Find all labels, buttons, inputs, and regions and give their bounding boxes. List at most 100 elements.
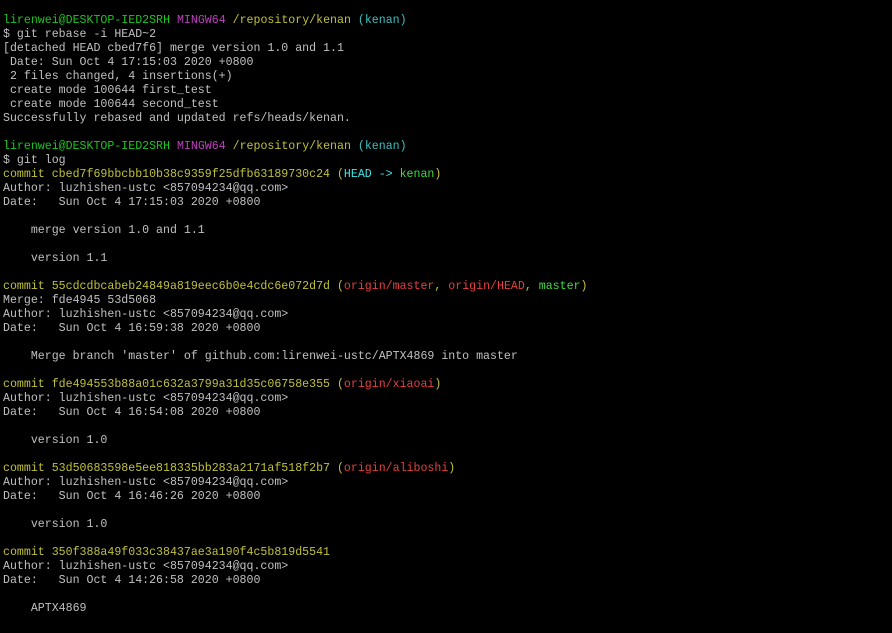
- message-line: Merge branch 'master' of github.com:lire…: [3, 350, 587, 364]
- author-line: Author: luzhishen-ustc <857094234@qq.com…: [3, 392, 587, 406]
- commit-line-segment: (: [330, 280, 344, 293]
- commit-line: commit 350f388a49f033c38437ae3a190f4c5b8…: [3, 546, 587, 560]
- command-line: $ git log: [3, 154, 587, 168]
- prompt-line-segment: (kenan): [357, 140, 407, 153]
- date-line: Date: Sun Oct 4 16:59:38 2020 +0800: [3, 322, 587, 336]
- author-line: Author: luzhishen-ustc <857094234@qq.com…: [3, 560, 587, 574]
- prompt-line-segment: [170, 140, 177, 153]
- author-line: Author: luzhishen-ustc <857094234@qq.com…: [3, 182, 587, 196]
- commit-line-segment: origin/aliboshi: [343, 462, 449, 475]
- prompt-line-segment: (kenan): [357, 14, 407, 27]
- commit-line-segment: origin/xiaoai: [343, 378, 435, 391]
- output-line: 2 files changed, 4 insertions(+): [3, 70, 587, 84]
- command-line: $ git rebase -i HEAD~2: [3, 28, 587, 42]
- message-line: APTX4869: [3, 602, 587, 616]
- prompt-line-segment: lirenwei@DESKTOP-IED2SRH: [3, 140, 170, 153]
- prompt-line-segment: [351, 14, 358, 27]
- commit-line-segment: commit cbed7f69bbcbb10b38c9359f25dfb6318…: [3, 168, 330, 181]
- author-line-segment: Author: luzhishen-ustc <857094234@qq.com…: [3, 560, 289, 573]
- output-line: create mode 100644 second_test: [3, 98, 587, 112]
- commit-line-segment: origin/HEAD: [448, 280, 525, 293]
- commit-line-segment: ): [448, 462, 456, 475]
- message-line-segment: merge version 1.0 and 1.1: [3, 224, 205, 237]
- commit-line-segment: origin/master: [343, 280, 435, 293]
- date-line: Date: Sun Oct 4 14:26:58 2020 +0800: [3, 574, 587, 588]
- terminal-window[interactable]: lirenwei@DESKTOP-IED2SRH MINGW64 /reposi…: [0, 0, 892, 633]
- prompt-line-segment: /repository/kenan: [232, 14, 351, 27]
- commit-line-segment: HEAD ->: [343, 168, 400, 181]
- commit-line-segment: master: [538, 280, 581, 293]
- output-line-segment: [detached HEAD cbed7f6] merge version 1.…: [3, 42, 344, 55]
- output-line: Date: Sun Oct 4 17:15:03 2020 +0800: [3, 56, 587, 70]
- commit-line-segment: ,: [434, 280, 449, 293]
- commit-line: commit cbed7f69bbcbb10b38c9359f25dfb6318…: [3, 168, 587, 182]
- prompt-line-segment: MINGW64: [176, 140, 226, 153]
- prompt-line-segment: [226, 14, 233, 27]
- message-line-segment: version 1.0: [3, 434, 108, 447]
- commit-line-segment: (: [330, 378, 344, 391]
- date-line-segment: Date: Sun Oct 4 16:46:26 2020 +0800: [3, 490, 261, 503]
- message-line: version 1.1: [3, 252, 587, 266]
- date-line-segment: Date: Sun Oct 4 16:59:38 2020 +0800: [3, 322, 261, 335]
- output-line: [detached HEAD cbed7f6] merge version 1.…: [3, 42, 587, 56]
- prompt-line: lirenwei@DESKTOP-IED2SRH MINGW64 /reposi…: [3, 140, 587, 154]
- merge-line-segment: Merge: fde4945 53d5068: [3, 294, 157, 307]
- prompt-line-segment: MINGW64: [176, 14, 226, 27]
- command-line-segment: $ git rebase -i HEAD~2: [3, 28, 157, 41]
- date-line-segment: Date: Sun Oct 4 17:15:03 2020 +0800: [3, 196, 261, 209]
- prompt-line: lirenwei@DESKTOP-IED2SRH MINGW64 /reposi…: [3, 14, 587, 28]
- author-line: Author: luzhishen-ustc <857094234@qq.com…: [3, 476, 587, 490]
- commit-line-segment: commit 350f388a49f033c38437ae3a190f4c5b8…: [3, 546, 330, 559]
- message-line-segment: Merge branch 'master' of github.com:lire…: [3, 350, 518, 363]
- output-line-segment: Date: Sun Oct 4 17:15:03 2020 +0800: [3, 56, 254, 69]
- commit-line-segment: ): [434, 378, 442, 391]
- commit-line-segment: (: [330, 462, 344, 475]
- author-line: Author: luzhishen-ustc <857094234@qq.com…: [3, 308, 587, 322]
- message-line: version 1.0: [3, 434, 587, 448]
- author-line-segment: Author: luzhishen-ustc <857094234@qq.com…: [3, 476, 289, 489]
- output-line-segment: 2 files changed, 4 insertions(+): [3, 70, 233, 83]
- output-line: create mode 100644 first_test: [3, 84, 587, 98]
- commit-line-segment: ): [434, 168, 442, 181]
- message-line-segment: version 1.0: [3, 518, 108, 531]
- commit-line: commit fde494553b88a01c632a3799a31d35c06…: [3, 378, 587, 392]
- date-line: Date: Sun Oct 4 17:15:03 2020 +0800: [3, 196, 587, 210]
- date-line: Date: Sun Oct 4 16:54:08 2020 +0800: [3, 406, 587, 420]
- output-line-segment: Successfully rebased and updated refs/he…: [3, 112, 351, 125]
- message-line: version 1.0: [3, 518, 587, 532]
- output-line: Successfully rebased and updated refs/he…: [3, 112, 587, 126]
- author-line-segment: Author: luzhishen-ustc <857094234@qq.com…: [3, 308, 289, 321]
- commit-line: commit 55cdcdbcabeb24849a819eec6b0e4cdc6…: [3, 280, 587, 294]
- author-line-segment: Author: luzhishen-ustc <857094234@qq.com…: [3, 182, 289, 195]
- prompt-line-segment: [226, 140, 233, 153]
- prompt-line-segment: lirenwei@DESKTOP-IED2SRH: [3, 14, 170, 27]
- author-line-segment: Author: luzhishen-ustc <857094234@qq.com…: [3, 392, 289, 405]
- commit-line-segment: commit 55cdcdbcabeb24849a819eec6b0e4cdc6…: [3, 280, 330, 293]
- date-line-segment: Date: Sun Oct 4 16:54:08 2020 +0800: [3, 406, 261, 419]
- command-line-segment: $ git log: [3, 154, 66, 167]
- date-line-segment: Date: Sun Oct 4 14:26:58 2020 +0800: [3, 574, 261, 587]
- output-line-segment: create mode 100644 first_test: [3, 84, 212, 97]
- message-line-segment: APTX4869: [3, 602, 87, 615]
- merge-line: Merge: fde4945 53d5068: [3, 294, 587, 308]
- message-line-segment: version 1.1: [3, 252, 108, 265]
- prompt-line-segment: /repository/kenan: [232, 140, 351, 153]
- output-line-segment: create mode 100644 second_test: [3, 98, 219, 111]
- commit-line: commit 53d50683598e5ee818335bb283a2171af…: [3, 462, 587, 476]
- commit-line-segment: commit fde494553b88a01c632a3799a31d35c06…: [3, 378, 330, 391]
- commit-line-segment: (: [330, 168, 344, 181]
- commit-line-segment: ): [580, 280, 588, 293]
- prompt-line-segment: [351, 140, 358, 153]
- prompt-line-segment: [170, 14, 177, 27]
